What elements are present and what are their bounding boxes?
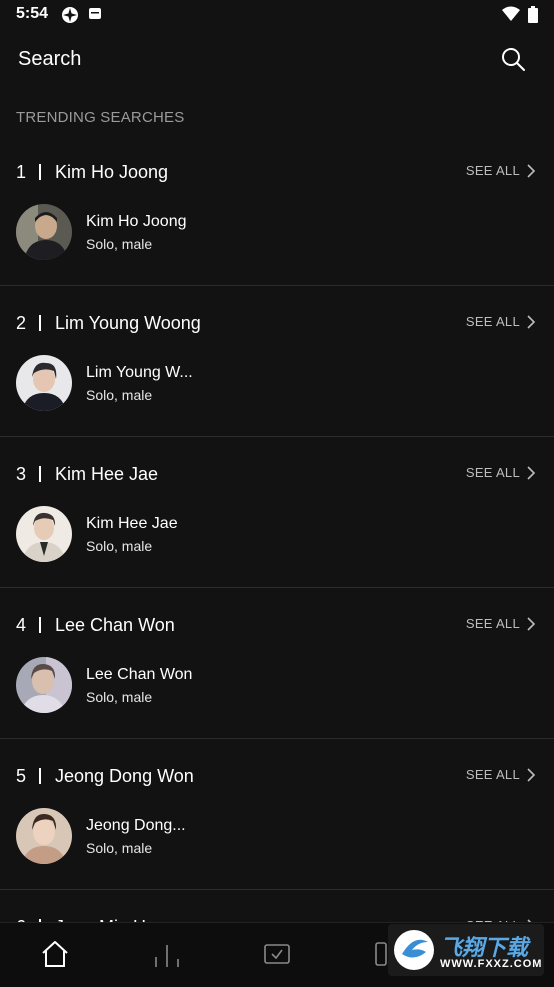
trending-list: 1 Kim Ho Joong SEE ALL Kim Ho Joong Solo…: [0, 135, 554, 937]
item-title: Kim Hee Jae: [55, 464, 159, 484]
see-all-button[interactable]: SEE ALL: [466, 616, 536, 631]
list-item: 5 Jeong Dong Won SEE ALL Jeong Dong... S…: [0, 739, 554, 890]
artist-name: Lim Young W...: [86, 364, 193, 381]
artist-subtitle: Solo, male: [86, 689, 153, 705]
see-all-button[interactable]: SEE ALL: [466, 465, 536, 480]
status-time: 5:54: [16, 5, 49, 22]
see-all-label: SEE ALL: [465, 314, 520, 329]
see-all-button[interactable]: SEE ALL: [466, 767, 536, 782]
notification-icon: [88, 6, 102, 27]
see-all-label: SEE ALL: [465, 465, 520, 480]
status-bar: 5:54: [0, 0, 554, 30]
avatar[interactable]: [16, 355, 72, 411]
artist-subtitle: Solo, male: [86, 538, 153, 554]
rank-number: 5: [16, 766, 27, 786]
item-title: Jeong Dong Won: [55, 766, 194, 786]
see-all-button[interactable]: SEE ALL: [466, 163, 536, 178]
list-item: 3 Kim Hee Jae SEE ALL Kim Hee Jae Solo, …: [0, 437, 554, 588]
chart-icon: [155, 945, 179, 967]
see-all-button[interactable]: SEE ALL: [466, 314, 536, 329]
list-item: 1 Kim Ho Joong SEE ALL Kim Ho Joong Solo…: [0, 135, 554, 286]
battery-icon: [528, 6, 538, 29]
chevron-right-icon: [527, 616, 536, 631]
header: Search: [0, 30, 554, 90]
chevron-right-icon: [527, 314, 536, 329]
home-icon: [42, 941, 68, 967]
chevron-right-icon: [527, 767, 536, 782]
nav-home[interactable]: [40, 939, 70, 969]
search-button[interactable]: [500, 46, 526, 72]
see-all-label: SEE ALL: [465, 767, 520, 782]
chevron-right-icon: [527, 465, 536, 480]
item-title: Lee Chan Won: [55, 615, 175, 635]
avatar[interactable]: [16, 204, 72, 260]
list-item: 4 Lee Chan Won SEE ALL Lee Chan Won Solo…: [0, 588, 554, 739]
logo-icon: [394, 930, 434, 970]
divider: [39, 466, 41, 482]
nav-tasks[interactable]: [262, 939, 292, 969]
artist-name: Kim Hee Jae: [86, 515, 178, 532]
divider: [39, 617, 41, 633]
avatar[interactable]: [16, 506, 72, 562]
rank-number: 4: [16, 615, 27, 635]
avatar[interactable]: [16, 808, 72, 864]
see-all-label: SEE ALL: [465, 616, 520, 631]
artist-subtitle: Solo, male: [86, 840, 153, 856]
section-title: TRENDING SEARCHES: [16, 109, 185, 126]
item-title: Lim Young Woong: [55, 313, 201, 333]
rank-number: 1: [16, 162, 27, 182]
artist-subtitle: Solo, male: [86, 236, 153, 252]
list-item: 2 Lim Young Woong SEE ALL Lim Young W...…: [0, 286, 554, 437]
see-all-label: SEE ALL: [465, 163, 520, 178]
avatar[interactable]: [16, 657, 72, 713]
page-title: Search: [18, 48, 82, 70]
item-title: Kim Ho Joong: [55, 162, 169, 182]
chevron-right-icon: [527, 163, 536, 178]
artist-name: Kim Ho Joong: [86, 213, 187, 230]
divider: [39, 315, 41, 331]
artist-subtitle: Solo, male: [86, 387, 153, 403]
search-icon: [502, 48, 525, 71]
wifi-icon: [502, 6, 520, 27]
divider: [39, 164, 41, 180]
nav-charts[interactable]: [152, 939, 182, 969]
watermark-url: WWW.FXXZ.COM: [440, 958, 543, 970]
rank-number: 3: [16, 464, 27, 484]
check-box-icon: [264, 944, 290, 964]
watermark: 飞翔下载 WWW.FXXZ.COM: [388, 924, 544, 976]
aperture-icon: [61, 6, 79, 29]
artist-name: Jeong Dong...: [86, 817, 186, 834]
divider: [39, 768, 41, 784]
artist-name: Lee Chan Won: [86, 666, 193, 683]
rank-number: 2: [16, 313, 27, 333]
